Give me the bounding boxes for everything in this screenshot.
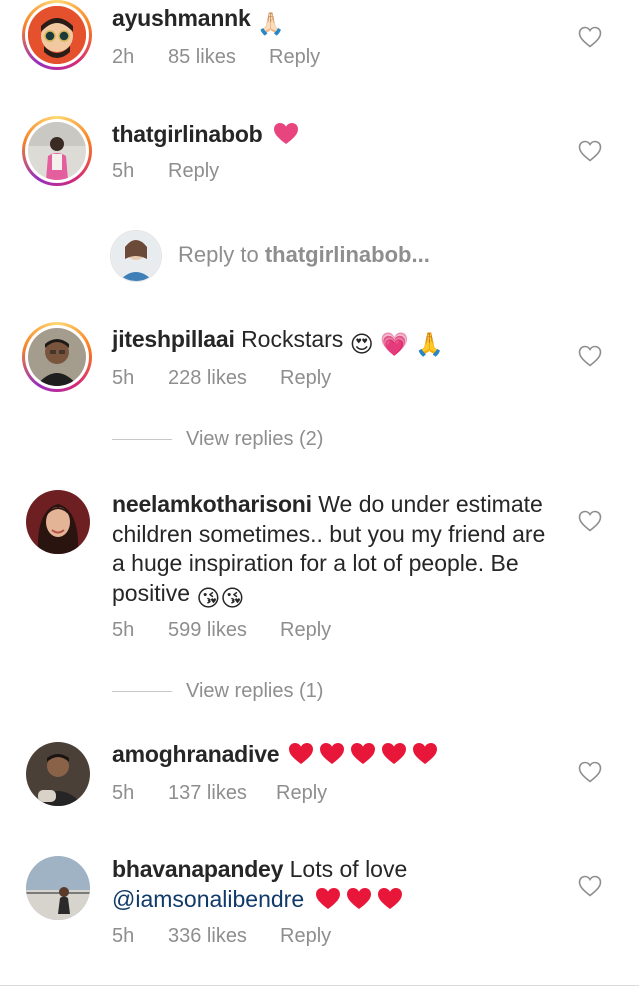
reply-button[interactable]: Reply [276, 782, 327, 805]
timestamp: 5h [112, 619, 135, 641]
like-heart-icon[interactable] [578, 875, 602, 897]
red-heart-icon [377, 887, 403, 910]
avatar-photo [26, 856, 90, 920]
heart-arrow-icon [273, 122, 299, 145]
comment-text: Rockstars [241, 326, 344, 352]
like-heart-icon[interactable] [578, 761, 602, 783]
comment-text: Lots of love [289, 856, 408, 882]
avatar [28, 122, 86, 180]
username[interactable]: thatgirlinabob [112, 121, 263, 147]
avatar-photo [26, 490, 90, 554]
folded-hands-icon: 🙏🏻 [257, 11, 285, 36]
red-heart-icon [288, 742, 314, 765]
timestamp: 5h [112, 160, 135, 182]
avatar-photo [28, 122, 86, 180]
avatar-story-ring[interactable] [22, 0, 92, 70]
like-heart-icon[interactable] [578, 26, 602, 48]
comment-text-line: positive [112, 579, 190, 606]
likes-count[interactable]: 228 likes [168, 367, 247, 390]
folded-hands-icon: 🙏 [415, 331, 444, 357]
username[interactable]: bhavanapandey [112, 856, 283, 882]
divider [112, 439, 172, 440]
likes-count[interactable]: 336 likes [168, 925, 247, 948]
avatar-story-ring[interactable] [22, 322, 92, 392]
avatar[interactable] [26, 856, 90, 920]
like-heart-icon[interactable] [578, 510, 602, 532]
reply-button[interactable]: Reply [269, 46, 320, 69]
username[interactable]: ayushmannk [112, 5, 251, 31]
reply-button[interactable]: Reply [280, 925, 331, 948]
username[interactable]: neelamkotharisoni [112, 491, 312, 517]
timestamp: 5h [112, 782, 135, 804]
timestamp: 2h [112, 46, 135, 68]
timestamp: 5h [112, 925, 135, 947]
like-heart-icon[interactable] [578, 140, 602, 162]
heart-eyes-icon: 😍 [349, 331, 374, 357]
kissing-face-icon: 😘 [220, 584, 245, 611]
avatar [28, 328, 86, 386]
avatar-story-ring[interactable] [22, 116, 92, 186]
avatar[interactable] [26, 490, 90, 554]
reply-button[interactable]: Reply [280, 619, 331, 642]
red-heart-icon [381, 742, 407, 765]
likes-count[interactable]: 137 likes [168, 782, 247, 805]
avatar [28, 6, 86, 64]
comment-text-line: We do under estimate [318, 491, 543, 517]
avatar-illustration [28, 6, 86, 64]
red-heart-icon [319, 742, 345, 765]
bottom-divider [0, 985, 639, 986]
view-replies-button[interactable]: View replies (1) [186, 680, 323, 703]
likes-count[interactable]: 85 likes [168, 46, 236, 69]
current-user-avatar [110, 230, 162, 282]
likes-count[interactable]: 599 likes [168, 619, 247, 642]
kissing-face-icon: 😘 [196, 584, 221, 611]
reply-button[interactable]: Reply [168, 160, 219, 183]
red-heart-icon [346, 887, 372, 910]
pink-heart-icon: 💗 [380, 331, 409, 357]
like-heart-icon[interactable] [578, 345, 602, 367]
comment-text-line: a huge inspiration for a lot of people. … [112, 550, 519, 576]
red-heart-icon [315, 887, 341, 910]
mention-link[interactable]: @iamsonalibendre [112, 886, 304, 912]
reply-button[interactable]: Reply [280, 367, 331, 390]
avatar-photo [28, 328, 86, 386]
comment-text-line: children sometimes.. but you my friend a… [112, 520, 546, 547]
username[interactable]: jiteshpillaai [112, 326, 235, 352]
red-heart-icon [350, 742, 376, 765]
avatar-photo [26, 742, 90, 806]
timestamp: 5h [112, 367, 135, 389]
avatar[interactable] [26, 742, 90, 806]
username[interactable]: amoghranadive [112, 741, 280, 767]
reply-input-placeholder[interactable]: Reply to thatgirlinabob... [178, 242, 478, 268]
view-replies-button[interactable]: View replies (2) [186, 428, 323, 451]
red-heart-icon [412, 742, 438, 765]
divider [112, 691, 172, 692]
